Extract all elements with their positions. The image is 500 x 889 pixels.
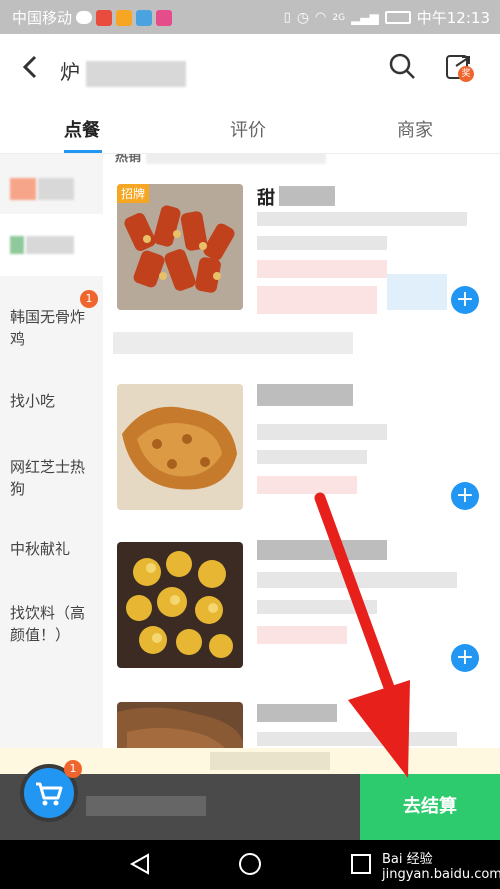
active-tab-indicator <box>64 150 102 153</box>
watermark: Bai 经验 jingyan.baidu.com <box>382 852 500 882</box>
product-name-blurred <box>279 186 335 206</box>
search-icon <box>389 53 415 79</box>
add-to-cart-button[interactable]: + <box>451 644 479 672</box>
sidebar-item-cheese-hotdog[interactable]: 网红芝士热狗 <box>10 456 95 500</box>
product-price-blurred <box>257 626 347 644</box>
tab-reviews[interactable]: 评价 <box>230 116 266 142</box>
product-discount-blurred <box>257 286 377 314</box>
chevron-left-icon <box>22 55 37 79</box>
sidebar-item-label: 中秋献礼 <box>10 540 71 558</box>
sidebar-item-label: 找小吃 <box>10 392 56 410</box>
search-button[interactable] <box>388 52 416 84</box>
nav-back-icon[interactable] <box>128 852 152 876</box>
nav-home-icon[interactable] <box>237 851 263 877</box>
back-button[interactable] <box>20 54 40 85</box>
message-icon <box>76 11 93 24</box>
product-sales-blurred <box>257 236 387 250</box>
sidebar-count-badge: 1 <box>80 290 98 308</box>
product-list: 热销 招牌 甜 + + + <box>103 154 500 774</box>
category-sidebar: 韩国无骨炸鸡 1 找小吃 网红芝士热狗 中秋献礼 找饮料（高颜值！） <box>0 154 103 774</box>
tab-order[interactable]: 点餐 <box>64 116 100 142</box>
clock: 中午12:13 <box>416 9 490 27</box>
add-to-cart-button[interactable]: + <box>451 482 479 510</box>
tab-merchant[interactable]: 商家 <box>397 116 433 142</box>
sidebar-item-active[interactable] <box>0 214 103 276</box>
product-name: 甜 <box>257 184 275 210</box>
category-icon <box>10 236 24 254</box>
share-button[interactable]: 奖 <box>444 52 474 86</box>
product-image[interactable]: 招牌 <box>117 184 243 310</box>
product-name-blurred <box>257 704 337 722</box>
signal-icon: ▂▄▆ <box>351 10 379 25</box>
app-icon-blue <box>136 9 153 26</box>
cart-total-blurred <box>86 796 206 816</box>
food-photo <box>117 384 243 510</box>
sidebar-item-mid-autumn[interactable]: 中秋献礼 <box>10 538 95 560</box>
add-to-cart-button[interactable]: + <box>451 286 479 314</box>
sidebar-item-label: 找饮料（高颜值！） <box>10 604 86 644</box>
vibrate-icon: ▯ <box>283 10 291 25</box>
header: 炉 奖 <box>0 34 500 102</box>
product-desc-blurred <box>257 732 457 746</box>
shop-title-initial: 炉 <box>60 60 80 84</box>
battery-icon <box>384 11 411 24</box>
product-old-price-blurred <box>387 274 447 310</box>
sidebar-item-drinks[interactable]: 找饮料（高颜值！） <box>10 602 95 646</box>
product-price-blurred <box>257 476 357 494</box>
tab-bar: 点餐 评价 商家 <box>0 102 500 154</box>
cart-count-badge: 1 <box>64 760 82 778</box>
product-name-blurred <box>257 384 353 406</box>
wifi-icon: ◠ <box>315 10 327 25</box>
product-desc-blurred <box>257 212 467 226</box>
product-name-initial: 甜 <box>257 188 275 209</box>
status-bar: 中国移动 ▯ ◷ ◠ 2G ▂▄▆ 中午12:13 <box>0 0 500 34</box>
system-nav-bar: Bai 经验 jingyan.baidu.com <box>0 840 500 889</box>
sidebar-item-korean-chicken[interactable]: 韩国无骨炸鸡 <box>10 306 95 350</box>
network-label: 2G <box>332 12 346 23</box>
sidebar-item-label: 网红芝士热狗 <box>10 458 86 498</box>
sidebar-item-label: 韩国无骨炸鸡 <box>10 308 86 348</box>
checkout-button[interactable]: 去结算 <box>360 774 500 840</box>
app-icon-orange <box>116 9 133 26</box>
section-header: 热销 <box>115 154 326 165</box>
carrier-label: 中国移动 <box>12 9 73 27</box>
recommend-banner-blurred <box>113 332 353 354</box>
product-sales-blurred <box>257 450 367 464</box>
alarm-icon: ◷ <box>296 9 310 26</box>
product-sales-blurred <box>257 600 377 614</box>
product-desc-blurred <box>257 424 387 440</box>
product-name-blurred <box>257 540 387 560</box>
sidebar-item-blurred-1[interactable] <box>10 176 74 202</box>
product-image[interactable] <box>117 542 243 668</box>
signature-tag: 招牌 <box>117 184 150 203</box>
section-title: 热销 <box>115 154 142 165</box>
product-image[interactable] <box>117 384 243 510</box>
product-desc-blurred <box>257 572 457 588</box>
food-photo <box>117 542 243 668</box>
sidebar-item-snacks[interactable]: 找小吃 <box>10 390 95 412</box>
video-app-icon <box>96 9 113 26</box>
shop-title-blurred <box>86 60 187 87</box>
shop-title: 炉 <box>60 56 187 87</box>
share-reward-badge: 奖 <box>458 66 474 82</box>
product-price-blurred <box>257 260 387 278</box>
app-icon-pink <box>156 9 173 26</box>
hot-icon <box>10 178 36 200</box>
nav-recent-icon[interactable] <box>350 853 372 875</box>
